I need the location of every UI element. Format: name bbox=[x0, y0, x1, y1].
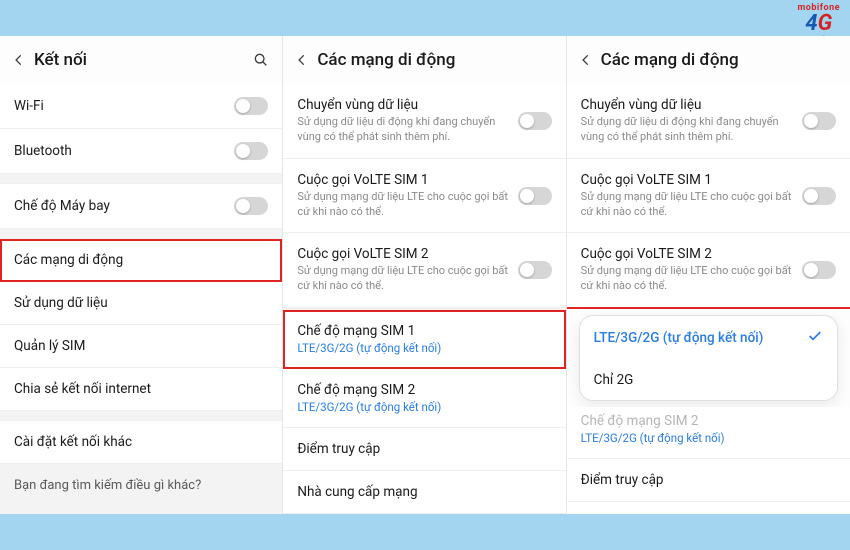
volte1-sub: Sử dụng mạng dữ liệu LTE cho cuộc gọi bấ… bbox=[297, 190, 517, 220]
dropdown-option-selected[interactable]: LTE/3G/2G (tự động kết nối) bbox=[580, 316, 837, 360]
volte1-title: Cuộc gọi VoLTE SIM 1 bbox=[581, 172, 802, 188]
wifi-label: Wi-Fi bbox=[14, 98, 234, 114]
bluetooth-label: Bluetooth bbox=[14, 143, 234, 159]
mobile-networks-label: Các mạng di động bbox=[14, 252, 268, 268]
header: Các mạng di động bbox=[567, 36, 850, 84]
volte1-title: Cuộc gọi VoLTE SIM 1 bbox=[297, 172, 517, 188]
more-label: Cài đặt kết nối khác bbox=[14, 434, 268, 450]
volte2-title: Cuộc gọi VoLTE SIM 2 bbox=[581, 246, 802, 262]
logo-4g: 4G bbox=[797, 13, 840, 35]
roaming-sub: Sử dụng dữ liệu di động khi đang chuyển … bbox=[581, 115, 802, 145]
back-icon[interactable] bbox=[293, 51, 311, 69]
sim-manager-label: Quản lý SIM bbox=[14, 338, 268, 354]
row-volte-sim1[interactable]: Cuộc gọi VoLTE SIM 1 Sử dụng mạng dữ liệ… bbox=[567, 159, 850, 234]
tethering-label: Chia sẻ kết nối internet bbox=[14, 381, 268, 397]
network-mode-dropdown: LTE/3G/2G (tự động kết nối) Chỉ 2G bbox=[579, 315, 838, 401]
panel-mobile-networks: Các mạng di động Chuyển vùng dữ liệu Sử … bbox=[283, 36, 566, 514]
page-title: Các mạng di động bbox=[317, 50, 553, 70]
operators-label: Nhà cung cấp mạng bbox=[297, 484, 551, 500]
row-data-usage[interactable]: Sử dụng dữ liệu bbox=[0, 282, 282, 325]
divider bbox=[0, 411, 282, 421]
divider bbox=[0, 174, 282, 184]
search-icon[interactable] bbox=[252, 51, 270, 69]
roaming-sub: Sử dụng dữ liệu di động khi đang chuyển … bbox=[297, 115, 517, 145]
back-icon[interactable] bbox=[10, 51, 28, 69]
row-network-operators[interactable]: Nhà cung cấp mạng bbox=[283, 471, 565, 514]
divider bbox=[0, 229, 282, 239]
row-data-roaming[interactable]: Chuyển vùng dữ liệu Sử dụng dữ liệu di đ… bbox=[567, 84, 850, 159]
wifi-toggle[interactable] bbox=[234, 97, 268, 115]
data-usage-label: Sử dụng dữ liệu bbox=[14, 295, 268, 311]
panel-connections: Kết nối Wi-Fi Bluetooth Chế độ Máy bay C… bbox=[0, 36, 283, 514]
volte2-sub: Sử dụng mạng dữ liệu LTE cho cuộc gọi bấ… bbox=[581, 264, 802, 294]
row-more-connections[interactable]: Cài đặt kết nối khác bbox=[0, 421, 282, 464]
row-network-mode-sim2[interactable]: Chế độ mạng SIM 2 LTE/3G/2G (tự động kết… bbox=[567, 407, 850, 459]
row-tethering[interactable]: Chia sẻ kết nối internet bbox=[0, 368, 282, 411]
airplane-label: Chế độ Máy bay bbox=[14, 198, 234, 214]
dropdown-option-2g[interactable]: Chỉ 2G bbox=[580, 360, 837, 400]
row-volte-sim1[interactable]: Cuộc gọi VoLTE SIM 1 Sử dụng mạng dữ liệ… bbox=[283, 159, 565, 234]
page-title: Kết nối bbox=[34, 50, 252, 70]
mode1-value: LTE/3G/2G (tự động kết nối) bbox=[297, 341, 551, 355]
row-wifi[interactable]: Wi-Fi bbox=[0, 84, 282, 129]
roaming-toggle[interactable] bbox=[518, 112, 552, 130]
row-sim-manager[interactable]: Quản lý SIM bbox=[0, 325, 282, 368]
bluetooth-toggle[interactable] bbox=[234, 142, 268, 160]
mode2-title: Chế độ mạng SIM 2 bbox=[581, 413, 836, 429]
mode2-value: LTE/3G/2G (tự động kết nối) bbox=[581, 431, 836, 445]
check-icon bbox=[807, 328, 823, 348]
volte1-sub: Sử dụng mạng dữ liệu LTE cho cuộc gọi bấ… bbox=[581, 190, 802, 220]
mode2-title: Chế độ mạng SIM 2 bbox=[297, 382, 551, 398]
row-volte-sim2[interactable]: Cuộc gọi VoLTE SIM 2 Sử dụng mạng dữ liệ… bbox=[567, 233, 850, 308]
row-bluetooth[interactable]: Bluetooth bbox=[0, 129, 282, 174]
network-mode-dropdown-highlight: LTE/3G/2G (tự động kết nối) Chỉ 2G bbox=[567, 309, 850, 407]
volte2-toggle[interactable] bbox=[518, 261, 552, 279]
volte2-title: Cuộc gọi VoLTE SIM 2 bbox=[297, 246, 517, 262]
volte2-sub: Sử dụng mạng dữ liệu LTE cho cuộc gọi bấ… bbox=[297, 264, 517, 294]
row-apn[interactable]: Điểm truy cập bbox=[283, 428, 565, 471]
apn-label: Điểm truy cập bbox=[297, 441, 551, 457]
volte1-toggle[interactable] bbox=[802, 187, 836, 205]
panel-mobile-networks-dropdown: Các mạng di động Chuyển vùng dữ liệu Sử … bbox=[567, 36, 850, 514]
volte2-toggle[interactable] bbox=[802, 261, 836, 279]
row-data-roaming[interactable]: Chuyển vùng dữ liệu Sử dụng dữ liệu di đ… bbox=[283, 84, 565, 159]
row-network-mode-sim2[interactable]: Chế độ mạng SIM 2 LTE/3G/2G (tự động kết… bbox=[283, 369, 565, 428]
roaming-title: Chuyển vùng dữ liệu bbox=[581, 97, 802, 113]
footer-hint: Bạn đang tìm kiếm điều gì khác? bbox=[0, 464, 282, 514]
header: Các mạng di động bbox=[283, 36, 565, 84]
roaming-title: Chuyển vùng dữ liệu bbox=[297, 97, 517, 113]
row-network-mode-sim1[interactable]: Chế độ mạng SIM 1 LTE/3G/2G (tự động kết… bbox=[283, 310, 565, 369]
mode2-value: LTE/3G/2G (tự động kết nối) bbox=[297, 400, 551, 414]
page-title: Các mạng di động bbox=[601, 50, 838, 70]
row-mobile-networks[interactable]: Các mạng di động bbox=[0, 239, 282, 282]
row-network-operators[interactable]: Nhà cung cấp mạng bbox=[567, 502, 850, 514]
option-label: Chỉ 2G bbox=[594, 372, 634, 388]
roaming-toggle[interactable] bbox=[802, 112, 836, 130]
airplane-toggle[interactable] bbox=[234, 197, 268, 215]
header: Kết nối bbox=[0, 36, 282, 84]
back-icon[interactable] bbox=[577, 51, 595, 69]
row-airplane[interactable]: Chế độ Máy bay bbox=[0, 184, 282, 229]
row-volte-sim2[interactable]: Cuộc gọi VoLTE SIM 2 Sử dụng mạng dữ liệ… bbox=[283, 233, 565, 308]
row-apn[interactable]: Điểm truy cập bbox=[567, 459, 850, 502]
mode1-title: Chế độ mạng SIM 1 bbox=[297, 323, 551, 339]
apn-label: Điểm truy cập bbox=[581, 472, 836, 488]
option-label: LTE/3G/2G (tự động kết nối) bbox=[594, 330, 764, 346]
volte1-toggle[interactable] bbox=[518, 187, 552, 205]
